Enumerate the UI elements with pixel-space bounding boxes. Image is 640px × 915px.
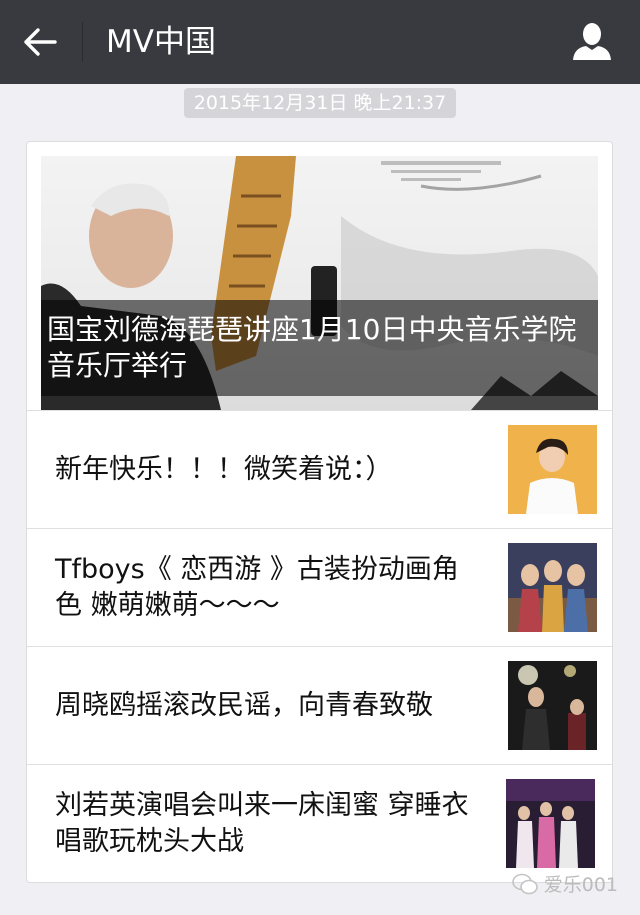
- watermark-text: 爱乐001: [543, 874, 618, 896]
- user-icon: [573, 23, 611, 60]
- thumbnail-image: [508, 425, 597, 514]
- list-item[interactable]: 周晓鸥摇滚改民谣，向青春致敬: [27, 646, 612, 764]
- list-item[interactable]: 新年快乐！！！微笑着说：）: [27, 410, 612, 528]
- list-item-title: 新年快乐！！！微笑着说：）: [55, 454, 393, 485]
- article-card: 国宝刘德海琵琶讲座1月10日中央音乐学院音乐厅举行 新年快乐！！！微笑着说：） …: [26, 141, 613, 883]
- cover-title: 国宝刘德海琵琶讲座1月10日中央音乐学院音乐厅举行: [41, 300, 598, 396]
- list-item-title: 刘若英演唱会叫来一床闺蜜 穿睡衣唱歌玩枕头大战: [55, 790, 469, 857]
- list-item-title: Tfboys《 恋西游 》古装扮动画角色 嫩萌嫩萌～～～: [55, 554, 459, 621]
- thumbnail-image: [508, 543, 597, 632]
- watermark: 爱乐001: [511, 870, 618, 897]
- top-nav-bar: MV中国: [0, 0, 640, 84]
- list-item[interactable]: Tfboys《 恋西游 》古装扮动画角色 嫩萌嫩萌～～～: [27, 528, 612, 646]
- wechat-icon: [511, 873, 538, 894]
- thumbnail-image: [506, 779, 595, 868]
- message-timestamp: 2015年12月31日 晚上21:37: [183, 88, 457, 118]
- thumbnail-image: [508, 661, 597, 750]
- back-button[interactable]: [16, 20, 64, 64]
- page-title: MV中国: [106, 24, 216, 60]
- arrow-left-icon: [24, 28, 57, 56]
- profile-button[interactable]: [570, 20, 614, 64]
- timestamp-row: 2015年12月31日 晚上21:37: [0, 88, 640, 118]
- list-item-title: 周晓鸥摇滚改民谣，向青春致敬: [55, 690, 433, 721]
- list-item[interactable]: 刘若英演唱会叫来一床闺蜜 穿睡衣唱歌玩枕头大战: [27, 764, 612, 882]
- nav-divider: [82, 22, 83, 62]
- cover-article[interactable]: 国宝刘德海琵琶讲座1月10日中央音乐学院音乐厅举行: [41, 156, 598, 410]
